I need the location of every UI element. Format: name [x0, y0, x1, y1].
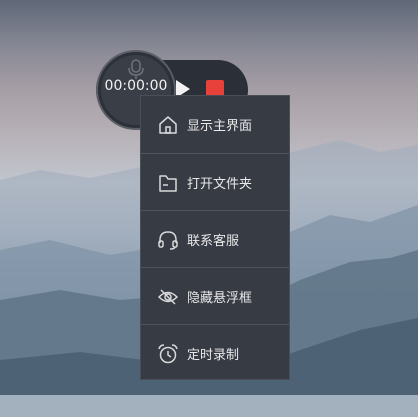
headset-icon	[156, 228, 180, 252]
folder-icon	[156, 171, 180, 195]
context-menu: 显示主界面 打开文件夹 联系客服 隐藏悬浮框 定时录制	[140, 95, 290, 380]
eye-off-icon	[156, 285, 180, 309]
menu-item-open-folder[interactable]: 打开文件夹	[141, 154, 289, 211]
menu-item-label: 联系客服	[187, 234, 240, 249]
menu-item-label: 定时录制	[187, 348, 240, 363]
menu-item-contact-support[interactable]: 联系客服	[141, 211, 289, 268]
timer-display: 00:00:00	[104, 78, 168, 94]
menu-item-label: 显示主界面	[187, 119, 253, 134]
menu-item-label: 打开文件夹	[187, 177, 253, 192]
menu-item-show-main[interactable]: 显示主界面	[141, 96, 289, 153]
alarm-clock-icon	[156, 342, 180, 366]
menu-item-hide-float[interactable]: 隐藏悬浮框	[141, 268, 289, 325]
desktop-background: 00:00:00 显示主界面 打开文件夹 联系客服 隐藏悬浮框 定时录制	[0, 0, 418, 417]
menu-item-label: 隐藏悬浮框	[187, 291, 253, 306]
menu-item-scheduled-record[interactable]: 定时录制	[141, 325, 289, 382]
home-icon	[156, 113, 180, 137]
